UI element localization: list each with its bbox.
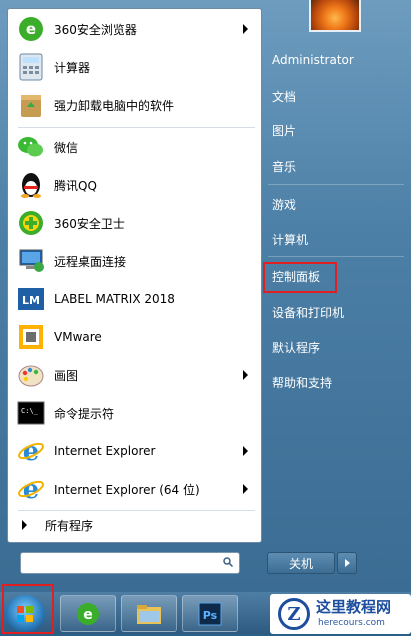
divider — [18, 510, 255, 511]
search-icon[interactable] — [223, 557, 233, 567]
program-label: 计算器 — [54, 60, 91, 75]
360-browser-icon: e — [16, 14, 46, 44]
watermark-title: 这里教程网 — [316, 598, 392, 616]
program-label: 强力卸载电脑中的软件 — [54, 98, 175, 113]
photoshop-icon: Ps — [198, 602, 222, 625]
svg-text:LM: LM — [22, 294, 40, 307]
right-item-documents[interactable]: 文档 — [272, 88, 296, 105]
program-item-ie[interactable]: e Internet Explorer — [12, 433, 257, 469]
program-label: Internet Explorer — [54, 444, 156, 458]
wechat-icon — [16, 132, 46, 162]
taskbar-360-browser[interactable]: e — [60, 595, 116, 632]
program-item-vmware[interactable]: VMware — [12, 319, 257, 355]
program-item-uninstall[interactable]: 强力卸载电脑中的软件 — [12, 87, 257, 123]
watermark: Z 这里教程网 herecours.com — [270, 594, 411, 634]
right-item-help[interactable]: 帮助和支持 — [272, 374, 332, 391]
program-label: LABEL MATRIX 2018 — [54, 292, 175, 306]
program-item-360-browser[interactable]: e 360安全浏览器 — [12, 11, 257, 47]
svg-text:e: e — [26, 20, 36, 38]
right-item-music[interactable]: 音乐 — [272, 158, 296, 175]
program-item-ie-64[interactable]: e Internet Explorer (64 位) — [12, 471, 257, 507]
program-item-qq[interactable]: 腾讯QQ — [12, 167, 257, 203]
program-item-calculator[interactable]: 计算器 — [12, 49, 257, 85]
submenu-arrow-icon — [243, 370, 248, 380]
ie-icon: e — [16, 474, 46, 504]
svg-text:Ps: Ps — [203, 609, 218, 622]
program-label: 画图 — [54, 368, 79, 383]
program-item-label-matrix[interactable]: LM LABEL MATRIX 2018 — [12, 281, 257, 317]
label-matrix-icon: LM — [16, 284, 46, 314]
divider — [268, 256, 404, 257]
control-panel-highlight — [263, 262, 337, 293]
all-programs-label: 所有程序 — [45, 518, 94, 533]
watermark-url: herecours.com — [318, 618, 385, 628]
cmd-icon: C:\_ — [16, 398, 46, 428]
program-item-wechat[interactable]: 微信 — [12, 129, 257, 165]
360-browser-icon: e — [77, 602, 99, 625]
shutdown-label: 关机 — [288, 556, 313, 571]
search-input[interactable] — [25, 554, 219, 574]
program-item-360-safeguard[interactable]: 360安全卫士 — [12, 205, 257, 241]
svg-text:e: e — [83, 607, 93, 623]
programs-pane: e 360安全浏览器 计算器 强力卸载电脑中的软件 微信 腾讯QQ 360安全卫… — [7, 8, 262, 543]
right-item-devices[interactable]: 设备和打印机 — [272, 304, 344, 321]
svg-text:e: e — [23, 437, 40, 465]
divider — [18, 127, 255, 128]
program-label: 远程桌面连接 — [54, 254, 127, 269]
360-safeguard-icon — [16, 208, 46, 238]
program-item-remote-desktop[interactable]: 远程桌面连接 — [12, 243, 257, 279]
shutdown-options-button[interactable] — [337, 552, 357, 574]
uninstall-icon — [16, 90, 46, 120]
program-label: 360安全卫士 — [54, 216, 125, 231]
svg-text:e: e — [23, 475, 40, 503]
program-label: VMware — [54, 330, 102, 344]
program-item-cmd[interactable]: C:\_ 命令提示符 — [12, 395, 257, 431]
right-item-default-programs[interactable]: 默认程序 — [272, 339, 320, 356]
program-label: Internet Explorer (64 位) — [54, 482, 200, 497]
watermark-logo-icon: Z — [278, 598, 310, 630]
search-box[interactable] — [20, 552, 240, 574]
submenu-arrow-icon — [243, 446, 248, 456]
right-item-user[interactable]: Administrator — [272, 53, 354, 67]
divider — [268, 184, 404, 185]
taskbar-explorer[interactable] — [121, 595, 177, 632]
shutdown-button[interactable]: 关机 — [267, 552, 335, 574]
program-item-paint[interactable]: 画图 — [12, 357, 257, 393]
program-label: 360安全浏览器 — [54, 22, 137, 37]
qq-icon — [16, 170, 46, 200]
program-label: 腾讯QQ — [54, 178, 97, 193]
user-avatar[interactable] — [309, 0, 361, 32]
vmware-icon — [16, 322, 46, 352]
folder-icon — [137, 604, 161, 624]
taskbar-photoshop[interactable]: Ps — [182, 595, 238, 632]
calculator-icon — [16, 52, 46, 82]
svg-text:C:\_: C:\_ — [21, 407, 39, 415]
ie-icon: e — [16, 436, 46, 466]
expand-arrow-icon — [22, 520, 27, 530]
submenu-arrow-icon — [243, 484, 248, 494]
all-programs-button[interactable]: 所有程序 — [12, 513, 257, 537]
remote-desktop-icon — [16, 246, 46, 276]
start-button-highlight — [2, 584, 54, 634]
submenu-arrow-icon — [243, 24, 248, 34]
paint-icon — [16, 360, 46, 390]
right-item-pictures[interactable]: 图片 — [272, 122, 296, 139]
right-item-games[interactable]: 游戏 — [272, 196, 296, 213]
program-label: 微信 — [54, 140, 79, 155]
right-item-computer[interactable]: 计算机 — [272, 231, 308, 248]
program-label: 命令提示符 — [54, 406, 115, 421]
